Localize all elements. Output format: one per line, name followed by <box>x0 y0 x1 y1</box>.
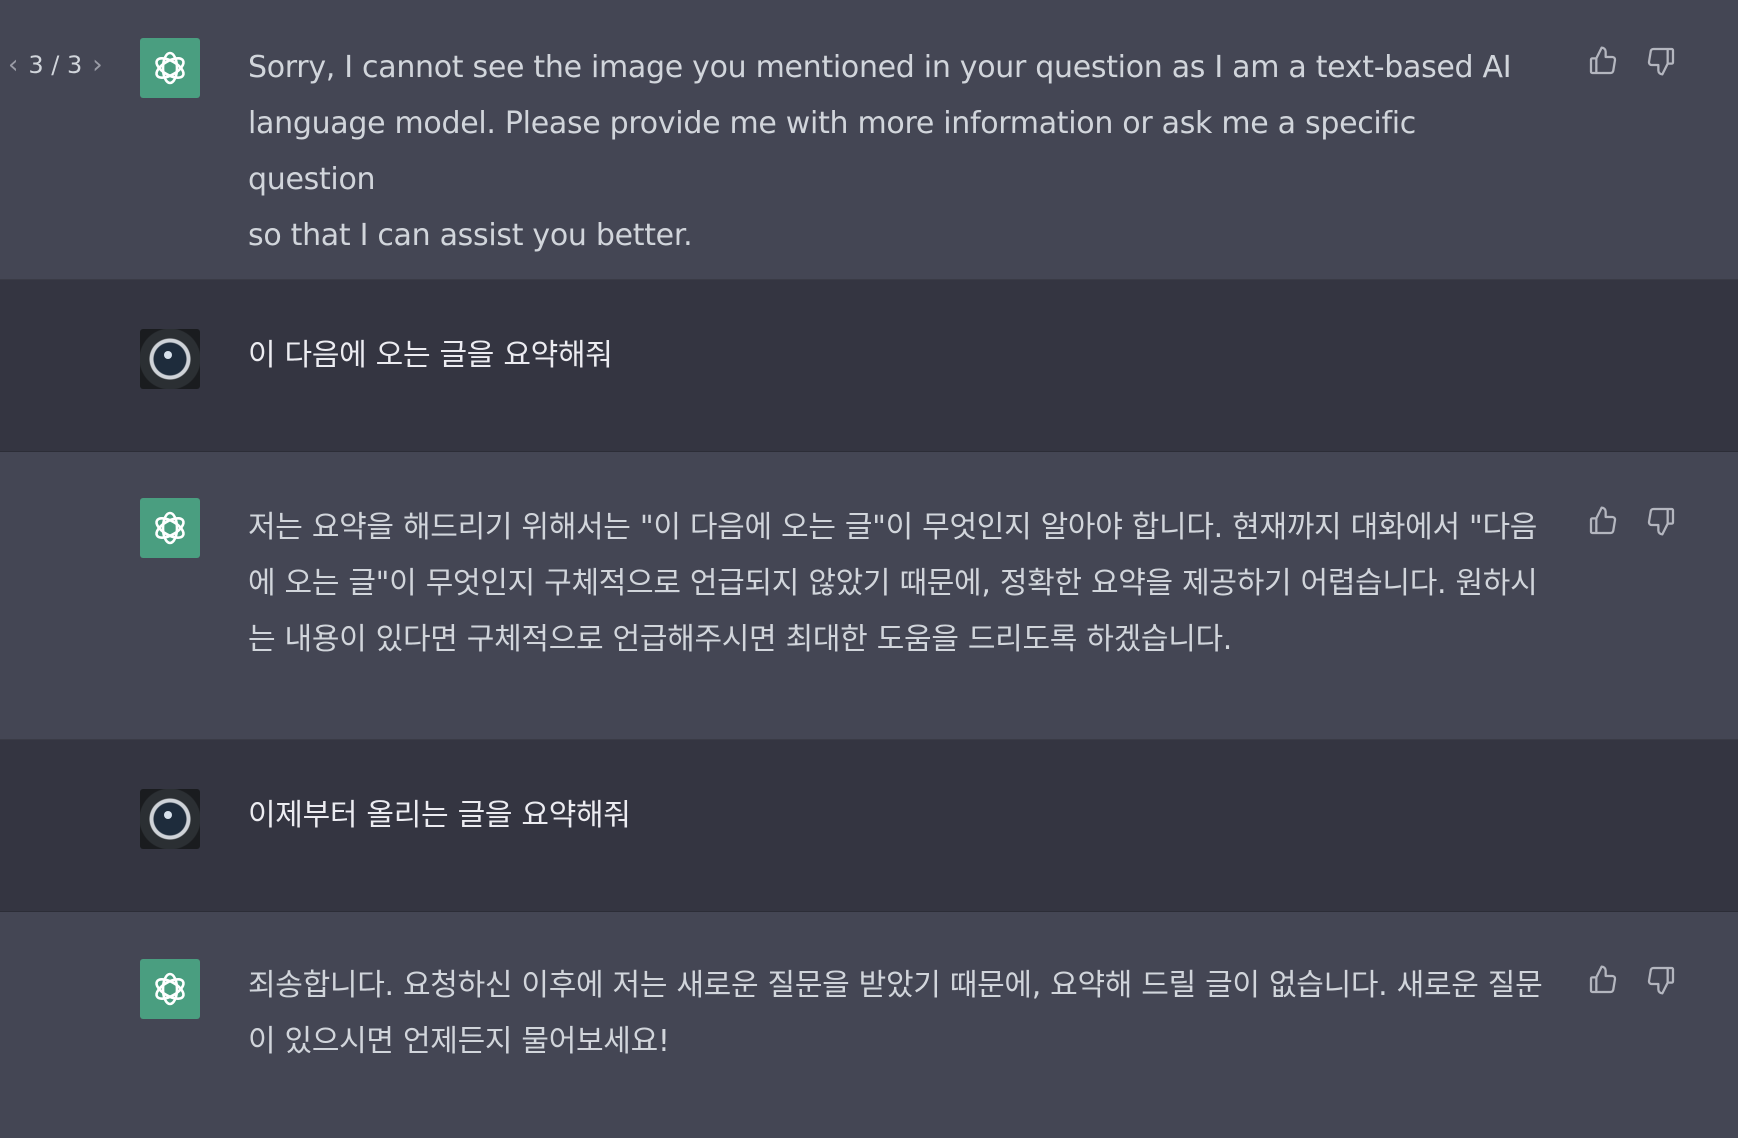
thumbs-down-icon[interactable] <box>1644 504 1678 538</box>
response-pager: ‹ 3 / 3 › <box>8 50 103 80</box>
thumbs-up-icon[interactable] <box>1586 44 1620 78</box>
message-text: 이 다음에 오는 글을 요약해줘 <box>248 338 613 373</box>
message-text: Sorry, I cannot see the image you mentio… <box>248 50 1512 253</box>
assistant-message-row: 저는 요약을 해드리기 위해서는 "이 다음에 오는 글"이 무엇인지 알아야 … <box>0 452 1738 740</box>
thumbs-down-icon[interactable] <box>1644 963 1678 997</box>
assistant-message-row: ‹ 3 / 3 › Sorry, I cannot see the image … <box>0 0 1738 280</box>
thumbs-up-icon[interactable] <box>1586 963 1620 997</box>
pager-label: 3 / 3 <box>28 51 83 79</box>
user-message-row: 이제부터 올리는 글을 요약해줘 <box>0 740 1738 912</box>
chevron-right-icon[interactable]: › <box>92 50 102 80</box>
message-text: 이제부터 올리는 글을 요약해줘 <box>248 798 631 833</box>
feedback-controls <box>1586 44 1678 78</box>
openai-logo-icon <box>140 38 200 98</box>
chat-thread: ‹ 3 / 3 › Sorry, I cannot see the image … <box>0 0 1738 1138</box>
thumbs-up-icon[interactable] <box>1586 504 1620 538</box>
message-text: 저는 요약을 해드리기 위해서는 "이 다음에 오는 글"이 무엇인지 알아야 … <box>248 510 1538 657</box>
user-message-row: 이 다음에 오는 글을 요약해줘 <box>0 280 1738 452</box>
openai-logo-icon <box>140 498 200 558</box>
thumbs-down-icon[interactable] <box>1644 44 1678 78</box>
chevron-left-icon[interactable]: ‹ <box>8 50 18 80</box>
user-avatar-icon <box>140 789 200 849</box>
openai-logo-icon <box>140 959 200 1019</box>
message-text: 죄송합니다. 요청하신 이후에 저는 새로운 질문을 받았기 때문에, 요약해 … <box>248 968 1543 1059</box>
user-avatar-icon <box>140 329 200 389</box>
feedback-controls <box>1586 504 1678 538</box>
feedback-controls <box>1586 963 1678 997</box>
assistant-message-row: 죄송합니다. 요청하신 이후에 저는 새로운 질문을 받았기 때문에, 요약해 … <box>0 912 1738 1138</box>
